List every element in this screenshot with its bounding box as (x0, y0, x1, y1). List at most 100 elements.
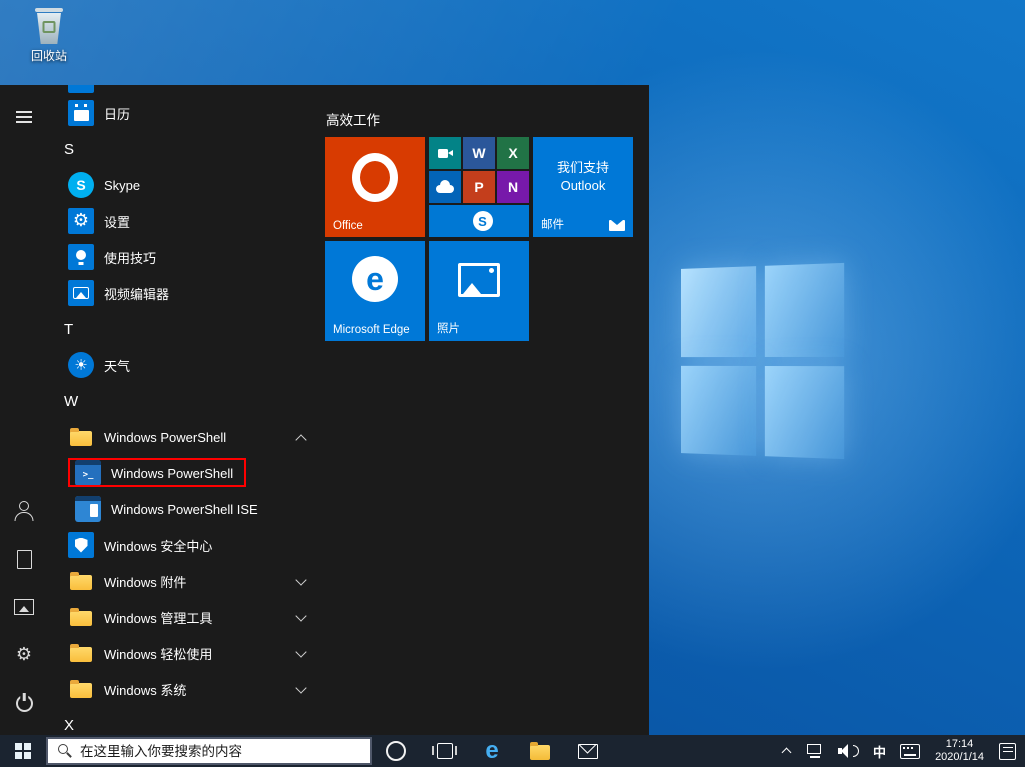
folder-item-windows-ease-of-access[interactable]: Windows 轻松使用 (48, 635, 325, 671)
search-input[interactable] (80, 744, 370, 759)
start-menu: 日历 S S Skype 设置 使用技巧 视频编辑器 T (0, 85, 649, 735)
documents-button[interactable] (0, 535, 48, 583)
app-item-settings[interactable]: 设置 (48, 203, 325, 239)
power-button[interactable] (0, 679, 48, 727)
windows-logo-icon (15, 743, 31, 759)
app-item-label: 使用技巧 (104, 248, 156, 267)
cortana-button[interactable] (372, 735, 420, 767)
app-item-weather[interactable]: 天气 (48, 347, 325, 383)
folder-item-windows-accessories[interactable]: Windows 附件 (48, 563, 325, 599)
app-item-calendar[interactable]: 日历 (48, 95, 325, 131)
cortana-icon (386, 741, 406, 761)
app-item-label: Skype (104, 178, 140, 193)
lightbulb-icon (68, 244, 94, 270)
taskbar-file-explorer-button[interactable] (516, 735, 564, 767)
start-button[interactable] (0, 735, 46, 767)
app-item-windows-powershell-ise[interactable]: Windows PowerShell ISE (48, 491, 325, 527)
tile-office[interactable]: Office (325, 137, 425, 237)
powerpoint-letter-icon: P (474, 179, 483, 195)
clock-date: 2020/1/14 (935, 751, 984, 765)
task-view-button[interactable] (420, 735, 468, 767)
edge-logo-icon: e (352, 256, 398, 302)
tile-group-title[interactable]: 高效工作 (326, 109, 380, 129)
settings-button[interactable] (0, 631, 48, 679)
taskbar-search[interactable] (46, 737, 372, 765)
tile-onedrive[interactable] (429, 171, 461, 203)
volume-button[interactable] (831, 735, 866, 767)
tile-powerpoint[interactable]: P (463, 171, 495, 203)
folder-item-label: Windows 系统 (104, 680, 186, 699)
calendar-icon (68, 100, 94, 126)
system-tray: 中 17:14 2020/1/14 (776, 735, 1025, 767)
expand-menu-button[interactable] (0, 93, 48, 141)
tile-skype-bar[interactable]: S (429, 205, 529, 237)
skype-icon: S (473, 211, 493, 231)
section-header-T[interactable]: T (48, 311, 325, 347)
onenote-letter-icon: N (508, 179, 518, 195)
tile-label: Microsoft Edge (333, 324, 410, 336)
section-header-X[interactable]: X (48, 707, 325, 735)
word-letter-icon: W (472, 145, 485, 161)
taskbar-mail-button[interactable] (564, 735, 612, 767)
recycle-bin-shortcut[interactable]: 回收站 (16, 6, 82, 64)
document-icon (12, 547, 36, 571)
app-item-partial[interactable] (68, 85, 94, 93)
gear-icon (12, 643, 36, 667)
app-item-video-editor[interactable]: 视频编辑器 (48, 275, 325, 311)
app-item-windows-security[interactable]: Windows 安全中心 (48, 527, 325, 563)
photo-frame-icon (458, 263, 500, 297)
recycle-bin-icon (34, 6, 64, 44)
sun-weather-icon (68, 352, 94, 378)
action-center-button[interactable] (992, 735, 1023, 767)
clock-time: 17:14 (946, 738, 974, 752)
power-icon (12, 691, 36, 715)
folder-icon (68, 568, 94, 594)
app-item-windows-powershell[interactable]: Windows PowerShell (48, 455, 325, 491)
camera-icon (438, 149, 453, 158)
ime-indicator[interactable]: 中 (866, 735, 893, 767)
tile-area: 高效工作 Office W X P N S 我们支持 Outlook (325, 85, 649, 735)
chevron-down-icon (296, 576, 307, 587)
app-item-tips[interactable]: 使用技巧 (48, 239, 325, 275)
folder-icon (68, 424, 94, 450)
tray-expand-button[interactable] (776, 735, 799, 767)
tile-photos[interactable]: 照片 (429, 241, 529, 341)
tile-word[interactable]: W (463, 137, 495, 169)
folder-icon (530, 745, 550, 760)
tile-meet-now[interactable] (429, 137, 461, 169)
tile-mail[interactable]: 我们支持 Outlook 邮件 (533, 137, 633, 237)
app-item-label: 视频编辑器 (104, 284, 169, 303)
folder-item-label: Windows 管理工具 (104, 608, 212, 627)
folder-item-windows-admin-tools[interactable]: Windows 管理工具 (48, 599, 325, 635)
folder-item-label: Windows PowerShell (104, 430, 226, 445)
pictures-icon (12, 595, 36, 619)
touch-keyboard-button[interactable] (893, 735, 927, 767)
pictures-button[interactable] (0, 583, 48, 631)
network-status-button[interactable] (799, 735, 831, 767)
hamburger-menu-icon (12, 105, 36, 129)
tile-label: Office (333, 220, 363, 232)
chevron-down-icon (296, 612, 307, 623)
mail-tile-message: 我们支持 Outlook (533, 159, 633, 195)
taskbar-edge-button[interactable] (468, 735, 516, 767)
tile-microsoft-edge[interactable]: e Microsoft Edge (325, 241, 425, 341)
envelope-icon (609, 220, 625, 231)
tile-excel[interactable]: X (497, 137, 529, 169)
skype-icon: S (68, 172, 94, 198)
folder-item-windows-powershell[interactable]: Windows PowerShell (48, 419, 325, 455)
section-header-S[interactable]: S (48, 131, 325, 167)
taskbar-clock[interactable]: 17:14 2020/1/14 (927, 738, 992, 765)
folder-item-windows-system[interactable]: Windows 系统 (48, 671, 325, 707)
app-item-skype[interactable]: S Skype (48, 167, 325, 203)
recycle-bin-label: 回收站 (16, 47, 82, 64)
desktop[interactable]: 回收站 日历 S S Skype (0, 0, 1025, 767)
account-button[interactable] (0, 487, 48, 535)
app-item-label: 天气 (104, 356, 130, 375)
search-icon (57, 743, 73, 759)
excel-letter-icon: X (508, 145, 517, 161)
chevron-down-icon (296, 684, 307, 695)
section-header-W[interactable]: W (48, 383, 325, 419)
shield-icon (68, 532, 94, 558)
edge-icon (485, 739, 498, 763)
tile-onenote[interactable]: N (497, 171, 529, 203)
